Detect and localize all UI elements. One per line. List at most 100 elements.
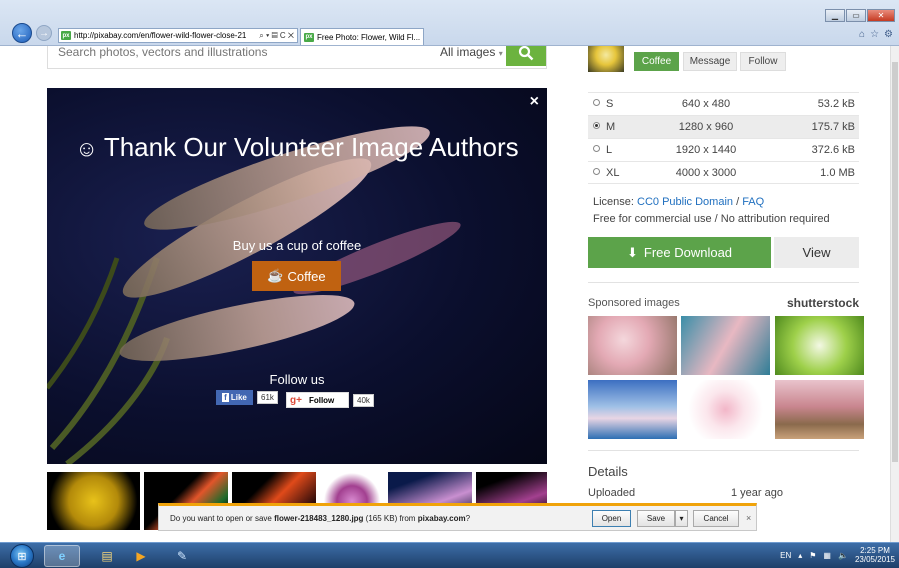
size-dimensions: 640 x 480 [681, 98, 731, 110]
author-coffee-button[interactable]: Coffee [634, 52, 679, 71]
start-button[interactable]: ⊞ [10, 544, 34, 568]
clock[interactable]: 2:25 PM 23/05/2015 [855, 546, 895, 564]
uploaded-value: 1 year ago [731, 487, 783, 499]
file-size: 372.6 kB [811, 144, 855, 156]
open-button[interactable]: Open [592, 510, 631, 527]
tray-expand-icon[interactable]: ▴ [798, 551, 802, 560]
file-explorer-taskbar-icon[interactable]: ▤ [89, 545, 125, 567]
vertical-scrollbar[interactable] [890, 46, 899, 542]
size-label: L [606, 144, 613, 156]
address-controls[interactable]: ⌕ ▾ ▤ C ✕ [256, 31, 297, 41]
google-plus-follow-button[interactable]: g+ Follow [286, 392, 349, 408]
license-prefix: License: [593, 196, 638, 208]
google-plus-icon: g+ [290, 394, 302, 406]
tab-close-icon[interactable]: × [423, 33, 424, 42]
page-content: All images ▾ [0, 46, 890, 542]
sponsored-image[interactable] [681, 316, 770, 375]
radio-button[interactable] [593, 145, 600, 152]
author-follow-button[interactable]: Follow [740, 52, 786, 71]
settings-gear-icon[interactable]: ⚙ [884, 29, 893, 40]
scrollbar-thumb[interactable] [892, 62, 898, 462]
download-site: pixabay.com [417, 514, 466, 523]
image-type-dropdown[interactable]: All images ▾ [440, 46, 503, 59]
hero-image-overlay: × ☺ Thank Our Volunteer Image Authors Buy… [47, 88, 547, 464]
file-size: 1.0 MB [820, 167, 855, 179]
follow-us-label: Follow us [269, 372, 325, 387]
browser-chrome: ← → px http://pixabay.com/en/flower-wild… [0, 0, 899, 46]
cc0-link[interactable]: CC0 Public Domain [637, 196, 733, 208]
sponsored-image[interactable] [588, 316, 677, 375]
sponsored-image[interactable] [588, 380, 677, 439]
network-icon[interactable]: ▦ [823, 551, 831, 560]
maximize-button[interactable]: ▭ [846, 9, 866, 22]
internet-explorer-taskbar-icon[interactable]: e [44, 545, 80, 567]
close-overlay-icon[interactable]: × [530, 93, 539, 111]
shutterstock-logo[interactable]: shutterstock [787, 296, 859, 310]
size-dimensions: 1920 x 1440 [675, 144, 737, 156]
license-separator: / [733, 196, 743, 208]
cancel-button[interactable]: Cancel [693, 510, 739, 527]
free-download-button[interactable]: ⬇ Free Download [588, 237, 771, 268]
save-dropdown-icon[interactable]: ▾ [675, 510, 688, 527]
overlay-title: ☺ Thank Our Volunteer Image Authors [47, 132, 547, 163]
related-thumbnail[interactable] [47, 472, 140, 530]
download-filename: flower-218483_1280.jpg [274, 514, 364, 523]
clock-time: 2:25 PM [860, 546, 890, 555]
search-button[interactable] [506, 46, 546, 66]
back-button[interactable]: ← [12, 23, 32, 43]
flag-icon[interactable]: ⚑ [809, 551, 816, 560]
language-indicator[interactable]: EN [780, 551, 791, 560]
minimize-button[interactable]: ▁ [825, 9, 845, 22]
sponsored-image[interactable] [775, 316, 864, 375]
download-arrow-icon: ⬇ [626, 244, 638, 260]
search-input[interactable] [58, 46, 418, 62]
size-dimensions: 1280 x 960 [678, 121, 734, 133]
size-option-m[interactable]: M 1280 x 960 175.7 kB [588, 115, 859, 138]
browser-tab[interactable]: px Free Photo: Flower, Wild Fl... × [300, 28, 424, 45]
home-icon[interactable]: ⌂ [859, 29, 865, 40]
size-label: M [606, 121, 616, 133]
close-icon[interactable]: × [746, 513, 751, 523]
facebook-like-button[interactable]: f Like [216, 390, 253, 405]
download-notification-bar: Do you want to open or save flower-21848… [158, 503, 757, 531]
faq-link[interactable]: FAQ [742, 196, 764, 208]
facebook-like-count: 61k [257, 391, 278, 404]
view-button[interactable]: View [774, 237, 859, 268]
author-avatar[interactable] [588, 46, 624, 72]
address-text[interactable]: http://pixabay.com/en/flower-wild-flower… [74, 31, 246, 40]
paint-taskbar-icon[interactable]: ✎ [164, 545, 200, 567]
favorites-star-icon[interactable]: ☆ [870, 29, 879, 40]
download-text-prefix: Do you want to open or save [170, 514, 275, 523]
save-button[interactable]: Save [637, 510, 675, 527]
search-icon [518, 46, 534, 61]
sponsored-image[interactable] [775, 380, 864, 439]
sponsored-image[interactable] [681, 380, 770, 439]
clock-date: 23/05/2015 [854, 555, 895, 564]
buy-coffee-button[interactable]: ☕ Coffee [252, 261, 341, 291]
volume-icon[interactable]: 🔈 [838, 551, 848, 560]
size-label: S [606, 98, 614, 110]
size-options: S 640 x 480 53.2 kB M 1280 x 960 175.7 k… [588, 92, 859, 184]
media-player-taskbar-icon[interactable]: ▶ [123, 545, 159, 567]
author-message-button[interactable]: Message [683, 52, 737, 71]
size-option-l[interactable]: L 1920 x 1440 372.6 kB [588, 138, 859, 161]
close-window-button[interactable]: ✕ [867, 9, 895, 22]
overlay-title-text: Thank Our Volunteer Image Authors [103, 132, 519, 162]
windows-taskbar: ⊞ e ▤ ▶ ✎ EN ▴ ⚑ ▦ 🔈 2:25 PM 23/05/2015 [0, 542, 899, 568]
radio-button[interactable] [593, 122, 600, 129]
radio-button[interactable] [593, 99, 600, 106]
size-label: XL [606, 167, 620, 179]
size-option-xl[interactable]: XL 4000 x 3000 1.0 MB [588, 161, 859, 184]
tab-favicon-icon: px [304, 32, 314, 42]
size-option-s[interactable]: S 640 x 480 53.2 kB [588, 92, 859, 115]
facebook-like-label: Like [230, 393, 247, 402]
forward-arrow-icon: → [39, 27, 49, 39]
address-bar[interactable]: px http://pixabay.com/en/flower-wild-flo… [58, 28, 298, 43]
size-dimensions: 4000 x 3000 [675, 167, 737, 179]
window-controls: ▁ ▭ ✕ [825, 9, 895, 22]
sponsored-images-label: Sponsored images [588, 297, 680, 309]
browser-toolbar-icons: ⌂ ☆ ⚙ [859, 29, 893, 40]
forward-button[interactable]: → [36, 25, 52, 41]
coffee-cup-icon: ☕ [267, 268, 284, 283]
radio-button[interactable] [593, 168, 600, 175]
